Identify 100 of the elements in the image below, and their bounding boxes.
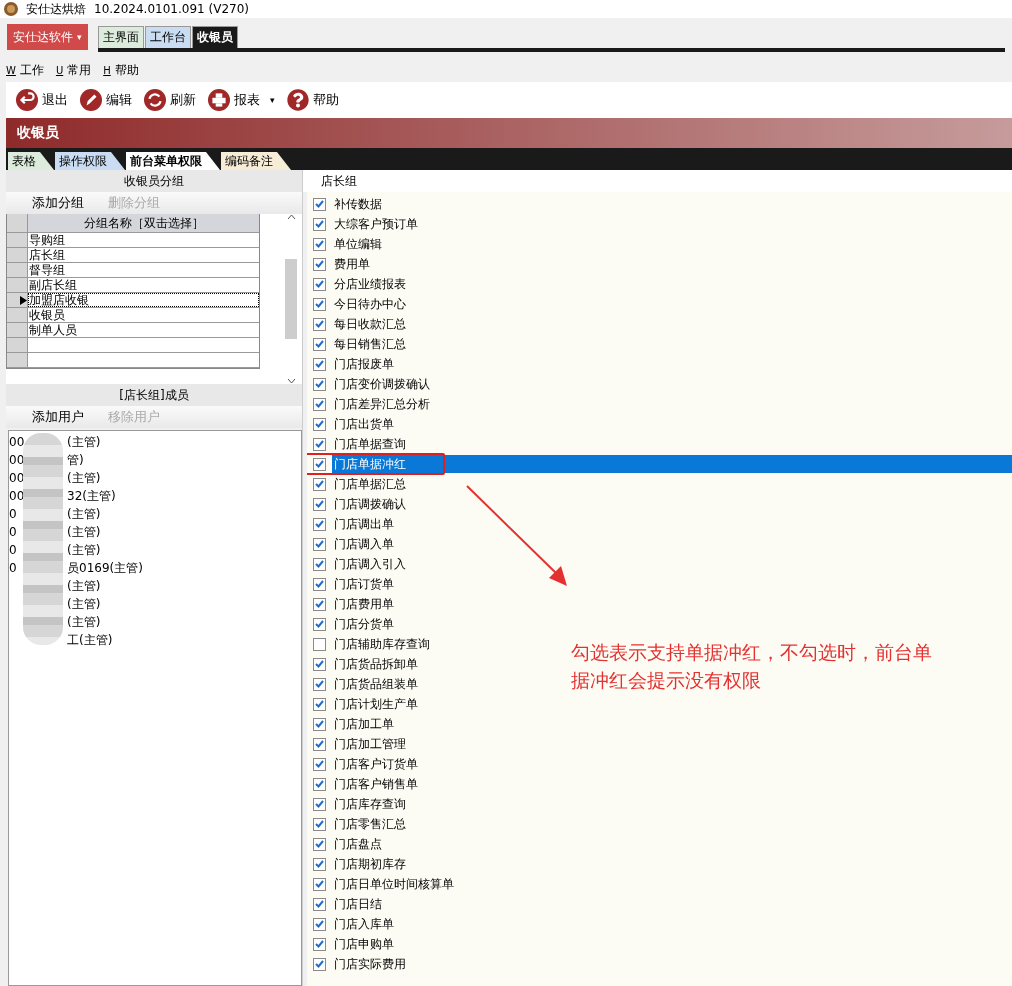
permission-item[interactable]: 门店盘点 xyxy=(332,835,382,853)
checkbox[interactable] xyxy=(313,257,326,271)
checkbox[interactable] xyxy=(313,477,326,491)
menu-item[interactable]: U 常用 xyxy=(55,61,92,79)
scrollbar-thumb[interactable] xyxy=(285,259,297,339)
permission-item[interactable]: 单位编辑 xyxy=(332,235,382,253)
checkbox[interactable] xyxy=(313,697,326,711)
checkbox[interactable] xyxy=(313,597,326,611)
group-row[interactable]: 店长组 xyxy=(28,248,259,262)
permission-item[interactable]: 门店货品组装单 xyxy=(332,675,418,693)
checkbox[interactable] xyxy=(313,557,326,571)
checkbox[interactable] xyxy=(313,377,326,391)
checkbox[interactable] xyxy=(313,617,326,631)
group-action-button[interactable]: 添加分组 xyxy=(32,194,84,212)
menu-item[interactable]: W 工作 xyxy=(6,61,44,79)
checkbox[interactable] xyxy=(313,797,326,811)
permission-item[interactable]: 门店日结 xyxy=(332,895,382,913)
permission-item[interactable]: 门店客户销售单 xyxy=(332,775,418,793)
permission-item[interactable]: 每日收款汇总 xyxy=(332,315,406,333)
toolbar-button[interactable]: 刷新 xyxy=(144,89,196,111)
permission-item[interactable]: 大综客户预订单 xyxy=(332,215,418,233)
toolbar-button[interactable]: 编辑 xyxy=(80,89,132,111)
permission-item[interactable]: 费用单 xyxy=(332,255,370,273)
permission-item[interactable]: 门店调拨确认 xyxy=(332,495,406,513)
permission-item[interactable]: 补传数据 xyxy=(332,195,382,213)
permission-item[interactable]: 门店计划生产单 xyxy=(332,695,418,713)
permission-item[interactable]: 门店出货单 xyxy=(332,415,394,433)
checkbox[interactable] xyxy=(313,857,326,871)
permission-item[interactable]: 门店客户订货单 xyxy=(332,755,418,773)
checkbox[interactable] xyxy=(313,237,326,251)
checkbox[interactable] xyxy=(313,657,326,671)
checkbox[interactable] xyxy=(313,717,326,731)
app-tab[interactable]: 收银员 xyxy=(191,26,238,48)
page-tab[interactable]: 前台菜单权限 xyxy=(126,152,220,170)
checkbox[interactable] xyxy=(313,437,326,451)
checkbox[interactable] xyxy=(313,357,326,371)
checkbox[interactable] xyxy=(313,837,326,851)
checkbox[interactable] xyxy=(313,337,326,351)
group-row[interactable]: 副店长组 xyxy=(28,278,259,292)
checkbox[interactable] xyxy=(313,577,326,591)
checkbox[interactable] xyxy=(313,877,326,891)
checkbox[interactable] xyxy=(313,537,326,551)
permission-item[interactable]: 门店辅助库存查询 xyxy=(332,635,430,653)
scroll-down-icon[interactable] xyxy=(286,378,296,384)
checkbox[interactable] xyxy=(313,417,326,431)
checkbox[interactable] xyxy=(313,957,326,971)
menu-item[interactable]: H 帮助 xyxy=(103,61,139,79)
permission-item[interactable]: 今日待办中心 xyxy=(332,295,406,313)
checkbox[interactable] xyxy=(313,637,326,651)
permission-item[interactable]: 门店单据冲红 xyxy=(332,455,1012,473)
group-row[interactable]: 导购组 xyxy=(28,233,259,247)
group-row[interactable]: 加盟店收银 xyxy=(28,293,259,307)
checkbox[interactable] xyxy=(313,937,326,951)
toolbar-button[interactable]: 帮助 xyxy=(286,89,339,111)
brand-menu-button[interactable]: 安仕达软件 ▾ xyxy=(7,24,88,50)
permission-item[interactable]: 每日销售汇总 xyxy=(332,335,406,353)
checkbox[interactable] xyxy=(313,917,326,931)
page-tab[interactable]: 编码备注 xyxy=(221,152,291,170)
group-row[interactable]: 督导组 xyxy=(28,263,259,277)
checkbox[interactable] xyxy=(313,317,326,331)
permission-item[interactable]: 门店加工单 xyxy=(332,715,394,733)
permission-item[interactable]: 门店加工管理 xyxy=(332,735,406,753)
checkbox[interactable] xyxy=(313,197,326,211)
permission-item[interactable]: 门店单据汇总 xyxy=(332,475,406,493)
permission-item[interactable]: 门店库存查询 xyxy=(332,795,406,813)
checkbox[interactable] xyxy=(313,737,326,751)
permission-item[interactable]: 门店调出单 xyxy=(332,515,394,533)
permission-item[interactable]: 门店调入引入 xyxy=(332,555,406,573)
scroll-up-icon[interactable] xyxy=(286,214,296,220)
checkbox[interactable] xyxy=(313,817,326,831)
permission-item[interactable]: 门店货品拆卸单 xyxy=(332,655,418,673)
permission-item[interactable]: 门店调入单 xyxy=(332,535,394,553)
permission-item[interactable]: 门店订货单 xyxy=(332,575,394,593)
permission-item[interactable]: 分店业绩报表 xyxy=(332,275,406,293)
toolbar-button[interactable]: 报表 ▾ xyxy=(208,89,275,111)
checkbox[interactable] xyxy=(313,897,326,911)
checkbox[interactable] xyxy=(313,397,326,411)
page-tab[interactable]: 表格 xyxy=(8,152,54,170)
checkbox[interactable] xyxy=(313,457,326,471)
checkbox[interactable] xyxy=(313,757,326,771)
checkbox[interactable] xyxy=(313,297,326,311)
app-tab[interactable]: 工作台 xyxy=(144,26,191,48)
permission-item[interactable]: 门店实际费用 xyxy=(332,955,406,973)
checkbox[interactable] xyxy=(313,277,326,291)
page-tab[interactable]: 操作权限 xyxy=(55,152,125,170)
toolbar-button[interactable]: 退出 xyxy=(16,89,68,111)
permission-item[interactable]: 门店申购单 xyxy=(332,935,394,953)
checkbox[interactable] xyxy=(313,777,326,791)
permission-item[interactable]: 门店分货单 xyxy=(332,615,394,633)
permission-item[interactable]: 门店日单位时间核算单 xyxy=(332,875,454,893)
checkbox[interactable] xyxy=(313,517,326,531)
permission-item[interactable]: 门店变价调拨确认 xyxy=(332,375,430,393)
checkbox[interactable] xyxy=(313,497,326,511)
app-tab[interactable]: 主界面 xyxy=(97,26,144,48)
permission-item[interactable]: 门店期初库存 xyxy=(332,855,406,873)
member-action-button[interactable]: 添加用户 xyxy=(32,408,84,426)
permission-item[interactable]: 门店单据查询 xyxy=(332,435,406,453)
checkbox[interactable] xyxy=(313,677,326,691)
permission-item[interactable]: 门店入库单 xyxy=(332,915,394,933)
permission-item[interactable]: 门店零售汇总 xyxy=(332,815,406,833)
